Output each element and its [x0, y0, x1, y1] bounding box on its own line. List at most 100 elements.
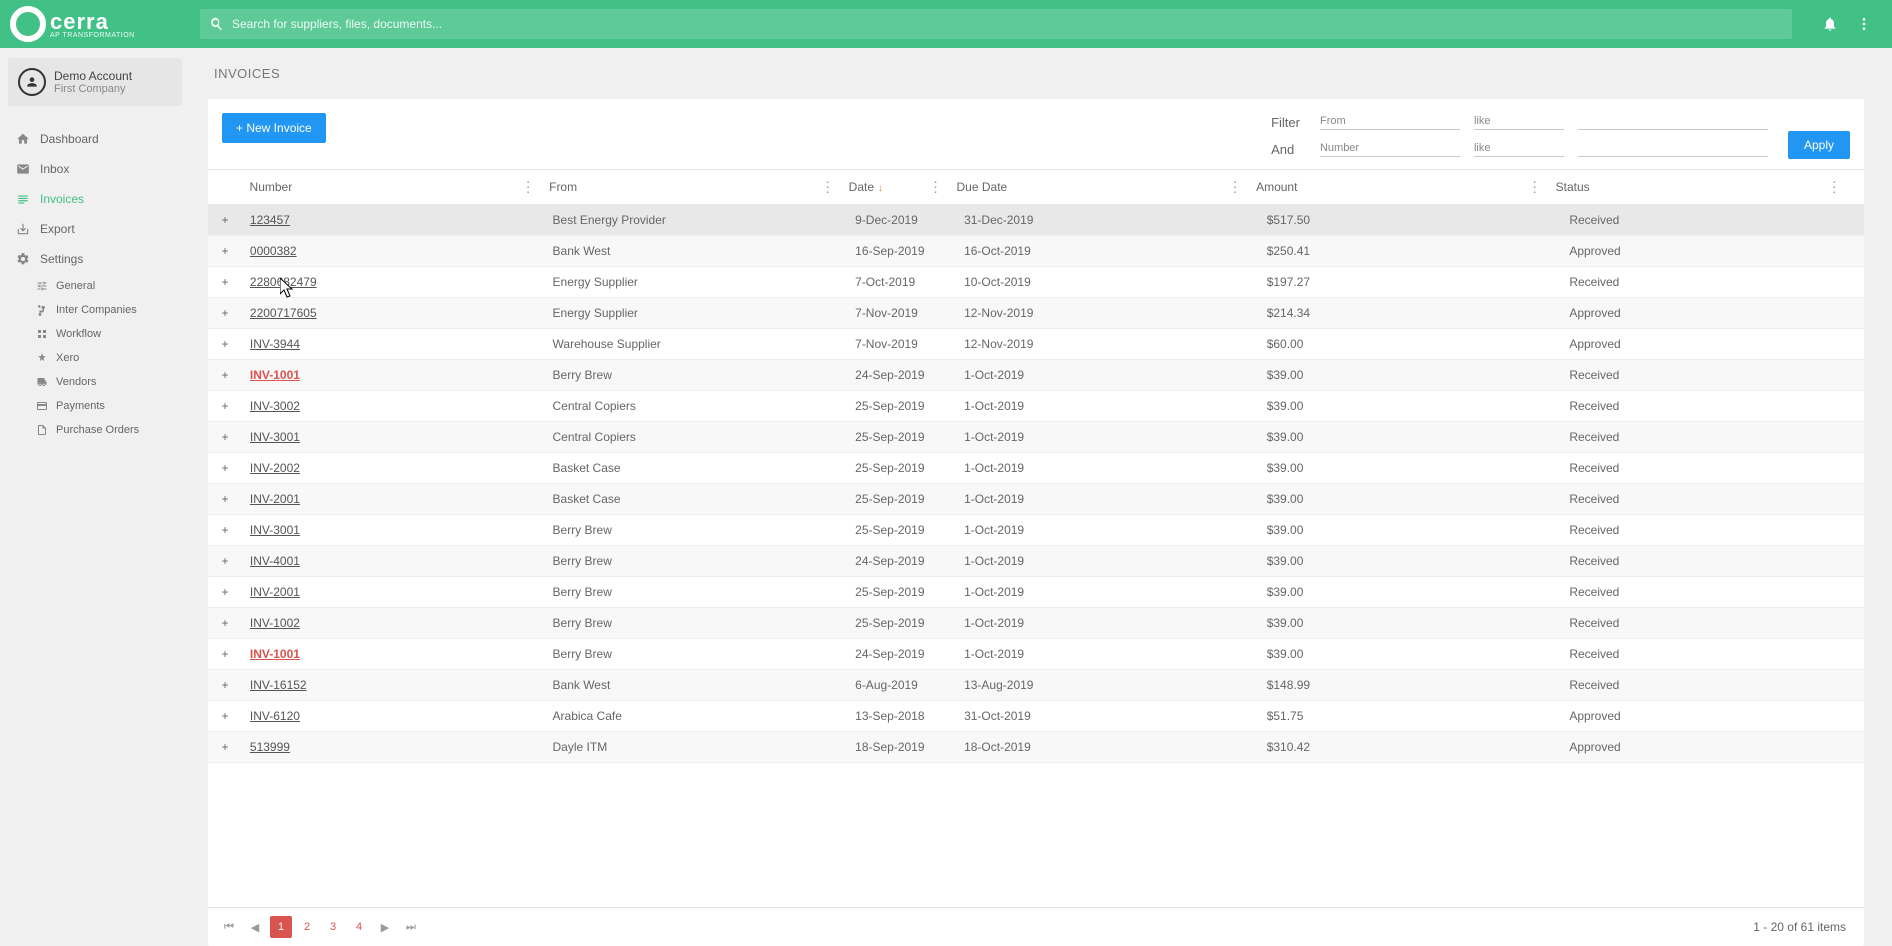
table-row[interactable]: +123457Best Energy Provider9-Dec-201931-…	[208, 205, 1864, 236]
invoice-number-link[interactable]: INV-16152	[250, 678, 307, 692]
pager-last-button[interactable]: ⏭	[400, 916, 422, 938]
invoice-number-link[interactable]: 2200717605	[250, 306, 317, 320]
account-switcher[interactable]: Demo Account First Company	[8, 58, 182, 106]
expand-icon[interactable]: +	[208, 577, 242, 608]
new-invoice-button[interactable]: + New Invoice	[222, 113, 326, 143]
sidebar-item-invoices[interactable]: Invoices	[8, 184, 182, 214]
more-vert-icon[interactable]: ⋮	[1528, 179, 1542, 196]
filter-op-a[interactable]	[1474, 113, 1564, 130]
expand-icon[interactable]: +	[208, 732, 242, 763]
apply-filter-button[interactable]: Apply	[1788, 131, 1850, 159]
invoice-number-link[interactable]: INV-3001	[250, 523, 300, 537]
col-due[interactable]: Due Date⋮	[949, 170, 1249, 205]
table-row[interactable]: +INV-1001Berry Brew24-Sep-20191-Oct-2019…	[208, 639, 1864, 670]
col-from[interactable]: From⋮	[541, 170, 841, 205]
invoice-number-link[interactable]: 123457	[250, 213, 290, 227]
expand-icon[interactable]: +	[208, 422, 242, 453]
invoice-number-link[interactable]: INV-3001	[250, 430, 300, 444]
filter-field-a[interactable]	[1320, 113, 1460, 130]
table-row[interactable]: +2280682479Energy Supplier7-Oct-201910-O…	[208, 267, 1864, 298]
invoice-number-link[interactable]: INV-3002	[250, 399, 300, 413]
sidebar-item-intercompanies[interactable]: Inter Companies	[28, 298, 182, 322]
expand-icon[interactable]: +	[208, 670, 242, 701]
invoice-number-link[interactable]: INV-6120	[250, 709, 300, 723]
col-amount[interactable]: Amount⋮	[1248, 170, 1548, 205]
logo[interactable]: cerra AP TRANSFORMATION	[10, 6, 190, 42]
expand-icon[interactable]: +	[208, 298, 242, 329]
search-input[interactable]	[232, 17, 1782, 31]
invoice-number-link[interactable]: INV-2002	[250, 461, 300, 475]
table-row[interactable]: +INV-2002Basket Case25-Sep-20191-Oct-201…	[208, 453, 1864, 484]
expand-icon[interactable]: +	[208, 329, 242, 360]
filter-value-a[interactable]	[1578, 113, 1768, 130]
table-row[interactable]: +513999Dayle ITM18-Sep-201918-Oct-2019$3…	[208, 732, 1864, 763]
invoice-number-link[interactable]: INV-4001	[250, 554, 300, 568]
more-vert-icon[interactable]: ⋮	[821, 179, 835, 196]
table-row[interactable]: +INV-6120Arabica Cafe13-Sep-201831-Oct-2…	[208, 701, 1864, 732]
more-vert-icon[interactable]: ⋮	[1827, 179, 1841, 196]
expand-icon[interactable]: +	[208, 453, 242, 484]
bell-icon[interactable]	[1822, 16, 1838, 32]
more-vert-icon[interactable]	[1856, 16, 1872, 32]
invoice-number-link[interactable]: 513999	[250, 740, 290, 754]
expand-icon[interactable]: +	[208, 205, 242, 236]
expand-icon[interactable]: +	[208, 546, 242, 577]
table-row[interactable]: +INV-4001Berry Brew24-Sep-20191-Oct-2019…	[208, 546, 1864, 577]
pager-next-button[interactable]: ▶	[374, 916, 396, 938]
sidebar-item-xero[interactable]: Xero	[28, 346, 182, 370]
more-vert-icon[interactable]: ⋮	[1228, 179, 1242, 196]
invoice-number-link[interactable]: INV-1001	[250, 647, 300, 661]
expand-icon[interactable]: +	[208, 515, 242, 546]
table-row[interactable]: +INV-3944Warehouse Supplier7-Nov-201912-…	[208, 329, 1864, 360]
invoice-number-link[interactable]: INV-1001	[250, 368, 300, 382]
table-row[interactable]: +INV-16152Bank West6-Aug-201913-Aug-2019…	[208, 670, 1864, 701]
table-row[interactable]: +INV-1002Berry Brew25-Sep-20191-Oct-2019…	[208, 608, 1864, 639]
pager-page-button[interactable]: 2	[296, 916, 318, 938]
expand-icon[interactable]: +	[208, 236, 242, 267]
pager-first-button[interactable]: ⏮	[218, 916, 240, 938]
expand-icon[interactable]: +	[208, 608, 242, 639]
global-search[interactable]	[200, 9, 1792, 39]
sidebar-item-inbox[interactable]: Inbox	[8, 154, 182, 184]
col-date[interactable]: Date↓⋮	[841, 170, 949, 205]
sidebar-item-general[interactable]: General	[28, 274, 182, 298]
filter-value-b[interactable]	[1578, 140, 1768, 157]
sidebar-item-vendors[interactable]: Vendors	[28, 370, 182, 394]
sidebar-item-dashboard[interactable]: Dashboard	[8, 124, 182, 154]
invoice-number-link[interactable]: 0000382	[250, 244, 297, 258]
table-row[interactable]: +INV-2001Berry Brew25-Sep-20191-Oct-2019…	[208, 577, 1864, 608]
sidebar-item-export[interactable]: Export	[8, 214, 182, 244]
table-row[interactable]: +INV-3002Central Copiers25-Sep-20191-Oct…	[208, 391, 1864, 422]
expand-icon[interactable]: +	[208, 701, 242, 732]
table-row[interactable]: +0000382Bank West16-Sep-201916-Oct-2019$…	[208, 236, 1864, 267]
filter-op-b[interactable]	[1474, 140, 1564, 157]
expand-icon[interactable]: +	[208, 267, 242, 298]
pager-page-button[interactable]: 4	[348, 916, 370, 938]
table-row[interactable]: +INV-3001Berry Brew25-Sep-20191-Oct-2019…	[208, 515, 1864, 546]
col-number[interactable]: Number⋮	[242, 170, 542, 205]
table-row[interactable]: +INV-2001Basket Case25-Sep-20191-Oct-201…	[208, 484, 1864, 515]
filter-field-b[interactable]	[1320, 140, 1460, 157]
invoice-number-link[interactable]: INV-1002	[250, 616, 300, 630]
invoice-number-link[interactable]: INV-2001	[250, 585, 300, 599]
col-status[interactable]: Status⋮	[1548, 170, 1848, 205]
expand-icon[interactable]: +	[208, 639, 242, 670]
more-vert-icon[interactable]: ⋮	[929, 179, 943, 196]
expand-icon[interactable]: +	[208, 484, 242, 515]
table-row[interactable]: +INV-1001Berry Brew24-Sep-20191-Oct-2019…	[208, 360, 1864, 391]
invoice-number-link[interactable]: INV-2001	[250, 492, 300, 506]
pager-page-button[interactable]: 3	[322, 916, 344, 938]
invoice-number-link[interactable]: INV-3944	[250, 337, 300, 351]
pager-prev-button[interactable]: ◀	[244, 916, 266, 938]
sidebar-item-workflow[interactable]: Workflow	[28, 322, 182, 346]
sidebar-item-purchaseorders[interactable]: Purchase Orders	[28, 418, 182, 442]
expand-icon[interactable]: +	[208, 360, 242, 391]
more-vert-icon[interactable]: ⋮	[521, 179, 535, 196]
pager-page-button[interactable]: 1	[270, 916, 292, 938]
table-row[interactable]: +INV-3001Central Copiers25-Sep-20191-Oct…	[208, 422, 1864, 453]
sidebar-item-settings[interactable]: Settings	[8, 244, 182, 274]
expand-icon[interactable]: +	[208, 391, 242, 422]
invoice-number-link[interactable]: 2280682479	[250, 275, 317, 289]
sidebar-item-payments[interactable]: Payments	[28, 394, 182, 418]
table-row[interactable]: +2200717605Energy Supplier7-Nov-201912-N…	[208, 298, 1864, 329]
